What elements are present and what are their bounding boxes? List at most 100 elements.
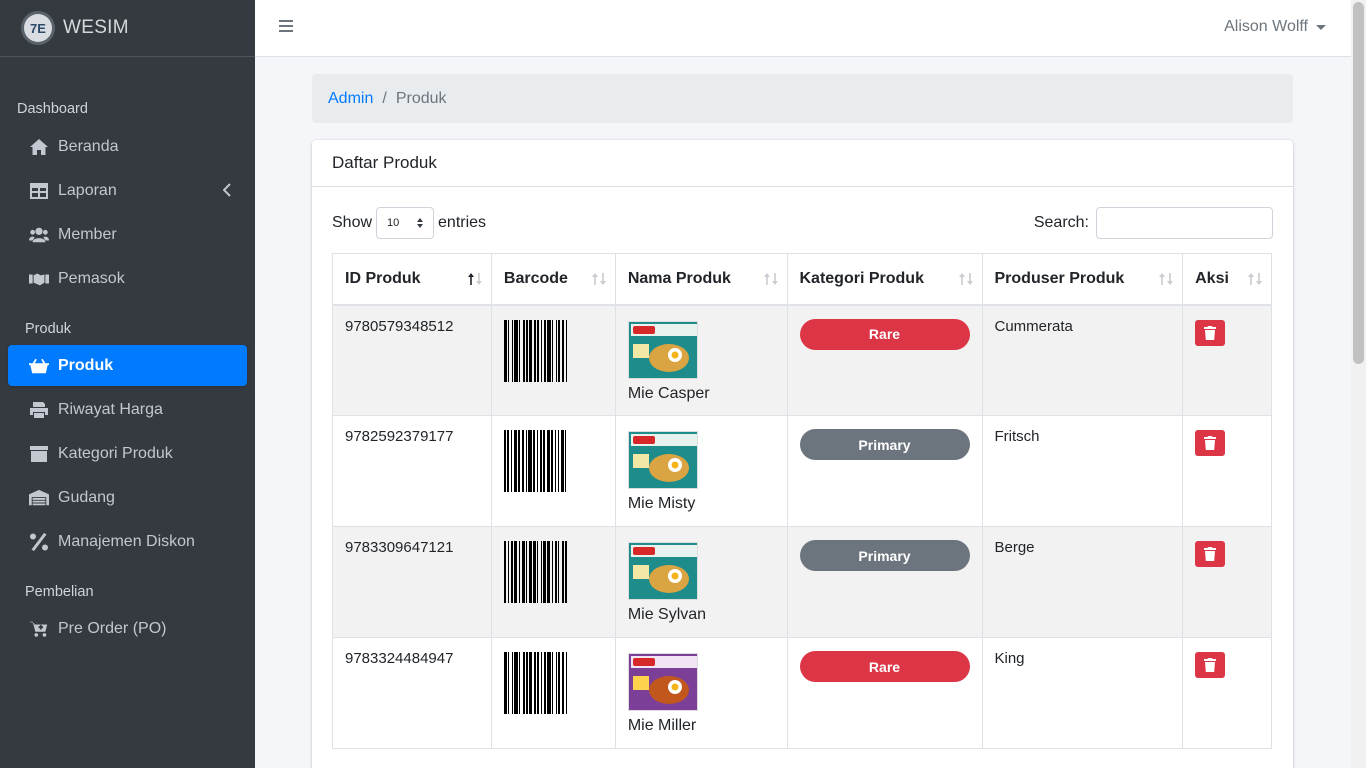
menu-toggle-icon[interactable] xyxy=(279,20,293,34)
column-label: Aksi xyxy=(1195,269,1229,287)
product-image xyxy=(627,653,698,711)
cell-action xyxy=(1182,637,1272,749)
home-icon xyxy=(28,137,50,157)
barcode-image xyxy=(503,652,584,714)
delete-button[interactable] xyxy=(1195,430,1226,456)
search-input[interactable] xyxy=(1096,207,1273,239)
sort-icon xyxy=(1248,273,1262,285)
product-image xyxy=(627,431,698,489)
brand-link[interactable]: 7E WESIM xyxy=(0,0,255,57)
category-badge: Primary xyxy=(799,540,970,571)
column-label: Kategori Produk xyxy=(799,269,924,287)
scrollbar-thumb[interactable] xyxy=(1353,2,1364,364)
cell-id: 9783309647121 xyxy=(332,526,492,638)
sidebar-item-label: Beranda xyxy=(58,137,119,155)
column-header-id[interactable]: ID Produk xyxy=(332,253,492,306)
column-header-aksi[interactable]: Aksi xyxy=(1182,253,1272,306)
user-menu-dropdown[interactable]: Alison Wolff xyxy=(1224,18,1326,36)
page-scrollbar[interactable] xyxy=(1351,0,1366,768)
sidebar-item-label: Laporan xyxy=(58,181,117,199)
column-header-barcode[interactable]: Barcode xyxy=(490,253,616,306)
page-length-control: Show 10 entries xyxy=(332,207,486,239)
product-image xyxy=(627,320,698,379)
sidebar-item-gudang[interactable]: Gudang xyxy=(8,477,247,518)
trash-icon xyxy=(1204,547,1217,561)
select-arrows-icon xyxy=(417,218,424,228)
handshake-icon xyxy=(28,269,50,289)
cell-action xyxy=(1182,304,1272,416)
cell-name: Mie Misty xyxy=(614,415,788,527)
product-id: 9780579348512 xyxy=(345,317,454,335)
cell-barcode xyxy=(490,415,616,527)
sidebar-item-label: Pemasok xyxy=(58,269,125,287)
users-icon xyxy=(28,225,50,245)
brand-logo: 7E xyxy=(24,14,52,42)
search-label: Search: xyxy=(1033,214,1089,231)
column-label: Nama Produk xyxy=(627,269,731,287)
percent-icon xyxy=(28,532,50,552)
product-table: ID Produk Barcode Nama Produk Kategori P… xyxy=(332,253,1272,749)
table-row: 9782592379177 Mie Misty Primary Fritsch xyxy=(332,415,1272,527)
breadcrumb-admin-link[interactable]: Admin xyxy=(328,90,373,108)
barcode-image xyxy=(503,541,584,603)
sidebar-item-pre-order[interactable]: Pre Order (PO) xyxy=(8,608,247,649)
sidebar-item-label: Member xyxy=(58,225,117,243)
sidebar-item-pemasok[interactable]: Pemasok xyxy=(8,258,247,299)
cell-name: Mie Sylvan xyxy=(614,526,788,638)
delete-button[interactable] xyxy=(1195,652,1226,678)
delete-button[interactable] xyxy=(1195,541,1226,567)
trash-icon xyxy=(1204,325,1217,340)
cell-barcode xyxy=(490,637,616,749)
sidebar: 7E WESIM Dashboard Beranda Laporan Membe… xyxy=(0,0,255,768)
brand-name: WESIM xyxy=(63,17,129,38)
delete-button[interactable] xyxy=(1195,319,1226,346)
cell-name: Mie Casper xyxy=(614,304,788,416)
table-row: 9783324484947 Mie Miller Rare King xyxy=(332,637,1272,749)
sort-asc-icon xyxy=(467,273,482,285)
top-navbar: Alison Wolff xyxy=(255,0,1351,57)
column-header-produser[interactable]: Produser Produk xyxy=(981,253,1184,306)
sidebar-item-member[interactable]: Member xyxy=(8,214,247,255)
column-header-nama[interactable]: Nama Produk xyxy=(614,253,788,306)
print-icon xyxy=(28,400,50,420)
sidebar-item-riwayat-harga[interactable]: Riwayat Harga xyxy=(8,389,247,430)
entries-label: entries xyxy=(438,214,487,231)
product-id: 9783324484947 xyxy=(345,650,454,667)
sidebar-item-label: Pre Order (PO) xyxy=(58,619,167,637)
producer-name: Berge xyxy=(994,539,1035,556)
product-name: Mie Misty xyxy=(627,495,696,512)
sidebar-item-laporan[interactable]: Laporan xyxy=(8,170,247,211)
producer-name: Cummerata xyxy=(994,317,1073,335)
breadcrumb: Admin / Produk xyxy=(312,74,1293,123)
basket-icon xyxy=(28,356,50,376)
entries-select[interactable]: 10 xyxy=(376,207,435,239)
cell-action xyxy=(1182,415,1272,527)
nav-header-dashboard: Dashboard xyxy=(17,101,88,117)
sidebar-item-label: Riwayat Harga xyxy=(58,400,163,418)
sort-icon xyxy=(958,273,973,285)
sidebar-item-manajemen-diskon[interactable]: Manajemen Diskon xyxy=(8,521,247,562)
column-header-kategori[interactable]: Kategori Produk xyxy=(786,253,983,306)
sort-icon xyxy=(1159,273,1174,285)
sidebar-item-kategori-produk[interactable]: Kategori Produk xyxy=(8,433,247,474)
sidebar-item-label: Gudang xyxy=(58,488,115,506)
column-label: Produser Produk xyxy=(994,269,1125,287)
product-id: 9782592379177 xyxy=(345,428,454,445)
cell-barcode xyxy=(490,304,616,416)
cell-producer: Cummerata xyxy=(981,304,1184,416)
table-row: 9783309647121 Mie Sylvan Primary Berge xyxy=(332,526,1272,638)
cell-name: Mie Miller xyxy=(614,637,788,749)
cell-barcode xyxy=(490,526,616,638)
user-name: Alison Wolff xyxy=(1224,18,1308,35)
product-id: 9783309647121 xyxy=(345,539,454,556)
table-row: 9780579348512 Mie Casper Rare Cummerata xyxy=(332,304,1272,416)
sidebar-item-beranda[interactable]: Beranda xyxy=(8,126,247,167)
cell-category: Rare xyxy=(786,637,983,749)
cell-category: Primary xyxy=(786,415,983,527)
trash-icon xyxy=(1204,436,1217,450)
cell-id: 9780579348512 xyxy=(332,304,492,416)
entries-value: 10 xyxy=(387,217,400,229)
sidebar-item-produk[interactable]: Produk xyxy=(8,345,247,386)
sidebar-item-label: Kategori Produk xyxy=(58,444,173,462)
card-title: Daftar Produk xyxy=(312,140,1293,187)
